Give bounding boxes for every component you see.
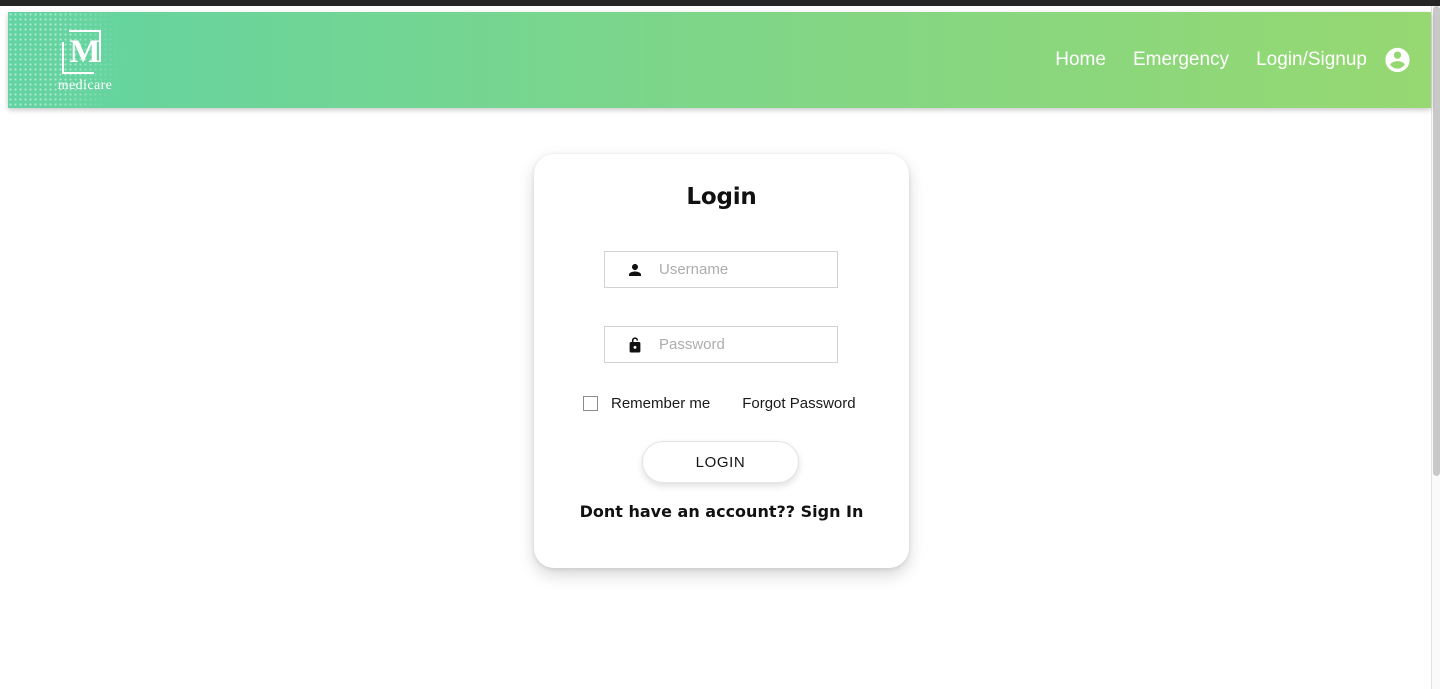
primary-navigation: Home Emergency Login/Signup xyxy=(1055,12,1367,108)
logo-letter: M xyxy=(69,33,101,70)
username-input[interactable] xyxy=(659,252,819,287)
nav-link-emergency[interactable]: Emergency xyxy=(1133,49,1229,71)
logo-wordmark: medicare xyxy=(57,78,113,93)
password-field[interactable] xyxy=(604,326,838,363)
login-submit-button[interactable]: LOGIN xyxy=(642,441,799,483)
person-icon xyxy=(629,263,641,276)
nav-link-login-signup[interactable]: Login/Signup xyxy=(1256,49,1367,71)
lock-open-icon xyxy=(629,336,641,352)
browser-chrome-bar xyxy=(0,0,1440,6)
remember-me-control[interactable]: Remember me xyxy=(583,395,710,412)
site-header: M medicare Home Emergency Login/Signup xyxy=(8,12,1431,108)
brand-logo[interactable]: M medicare xyxy=(30,30,140,96)
login-card-title: Login xyxy=(686,184,757,210)
account-circle-icon[interactable] xyxy=(1383,46,1412,75)
forgot-password-link[interactable]: Forgot Password xyxy=(742,395,855,412)
remember-me-label: Remember me xyxy=(611,394,711,412)
page-scrollbar[interactable] xyxy=(1431,6,1440,689)
page-scrollbar-thumb[interactable] xyxy=(1433,6,1440,476)
login-options-row: Remember me Forgot Password xyxy=(583,392,873,414)
nav-link-home[interactable]: Home xyxy=(1055,49,1106,71)
username-field[interactable] xyxy=(604,251,838,288)
logo-mark-icon: M xyxy=(62,30,108,76)
remember-me-checkbox[interactable] xyxy=(583,395,598,411)
password-input[interactable] xyxy=(659,327,819,362)
login-card: Login Remember me Forgot Password LOGIN … xyxy=(534,154,909,568)
signup-prompt-link[interactable]: Dont have an account?? Sign In xyxy=(534,502,909,521)
